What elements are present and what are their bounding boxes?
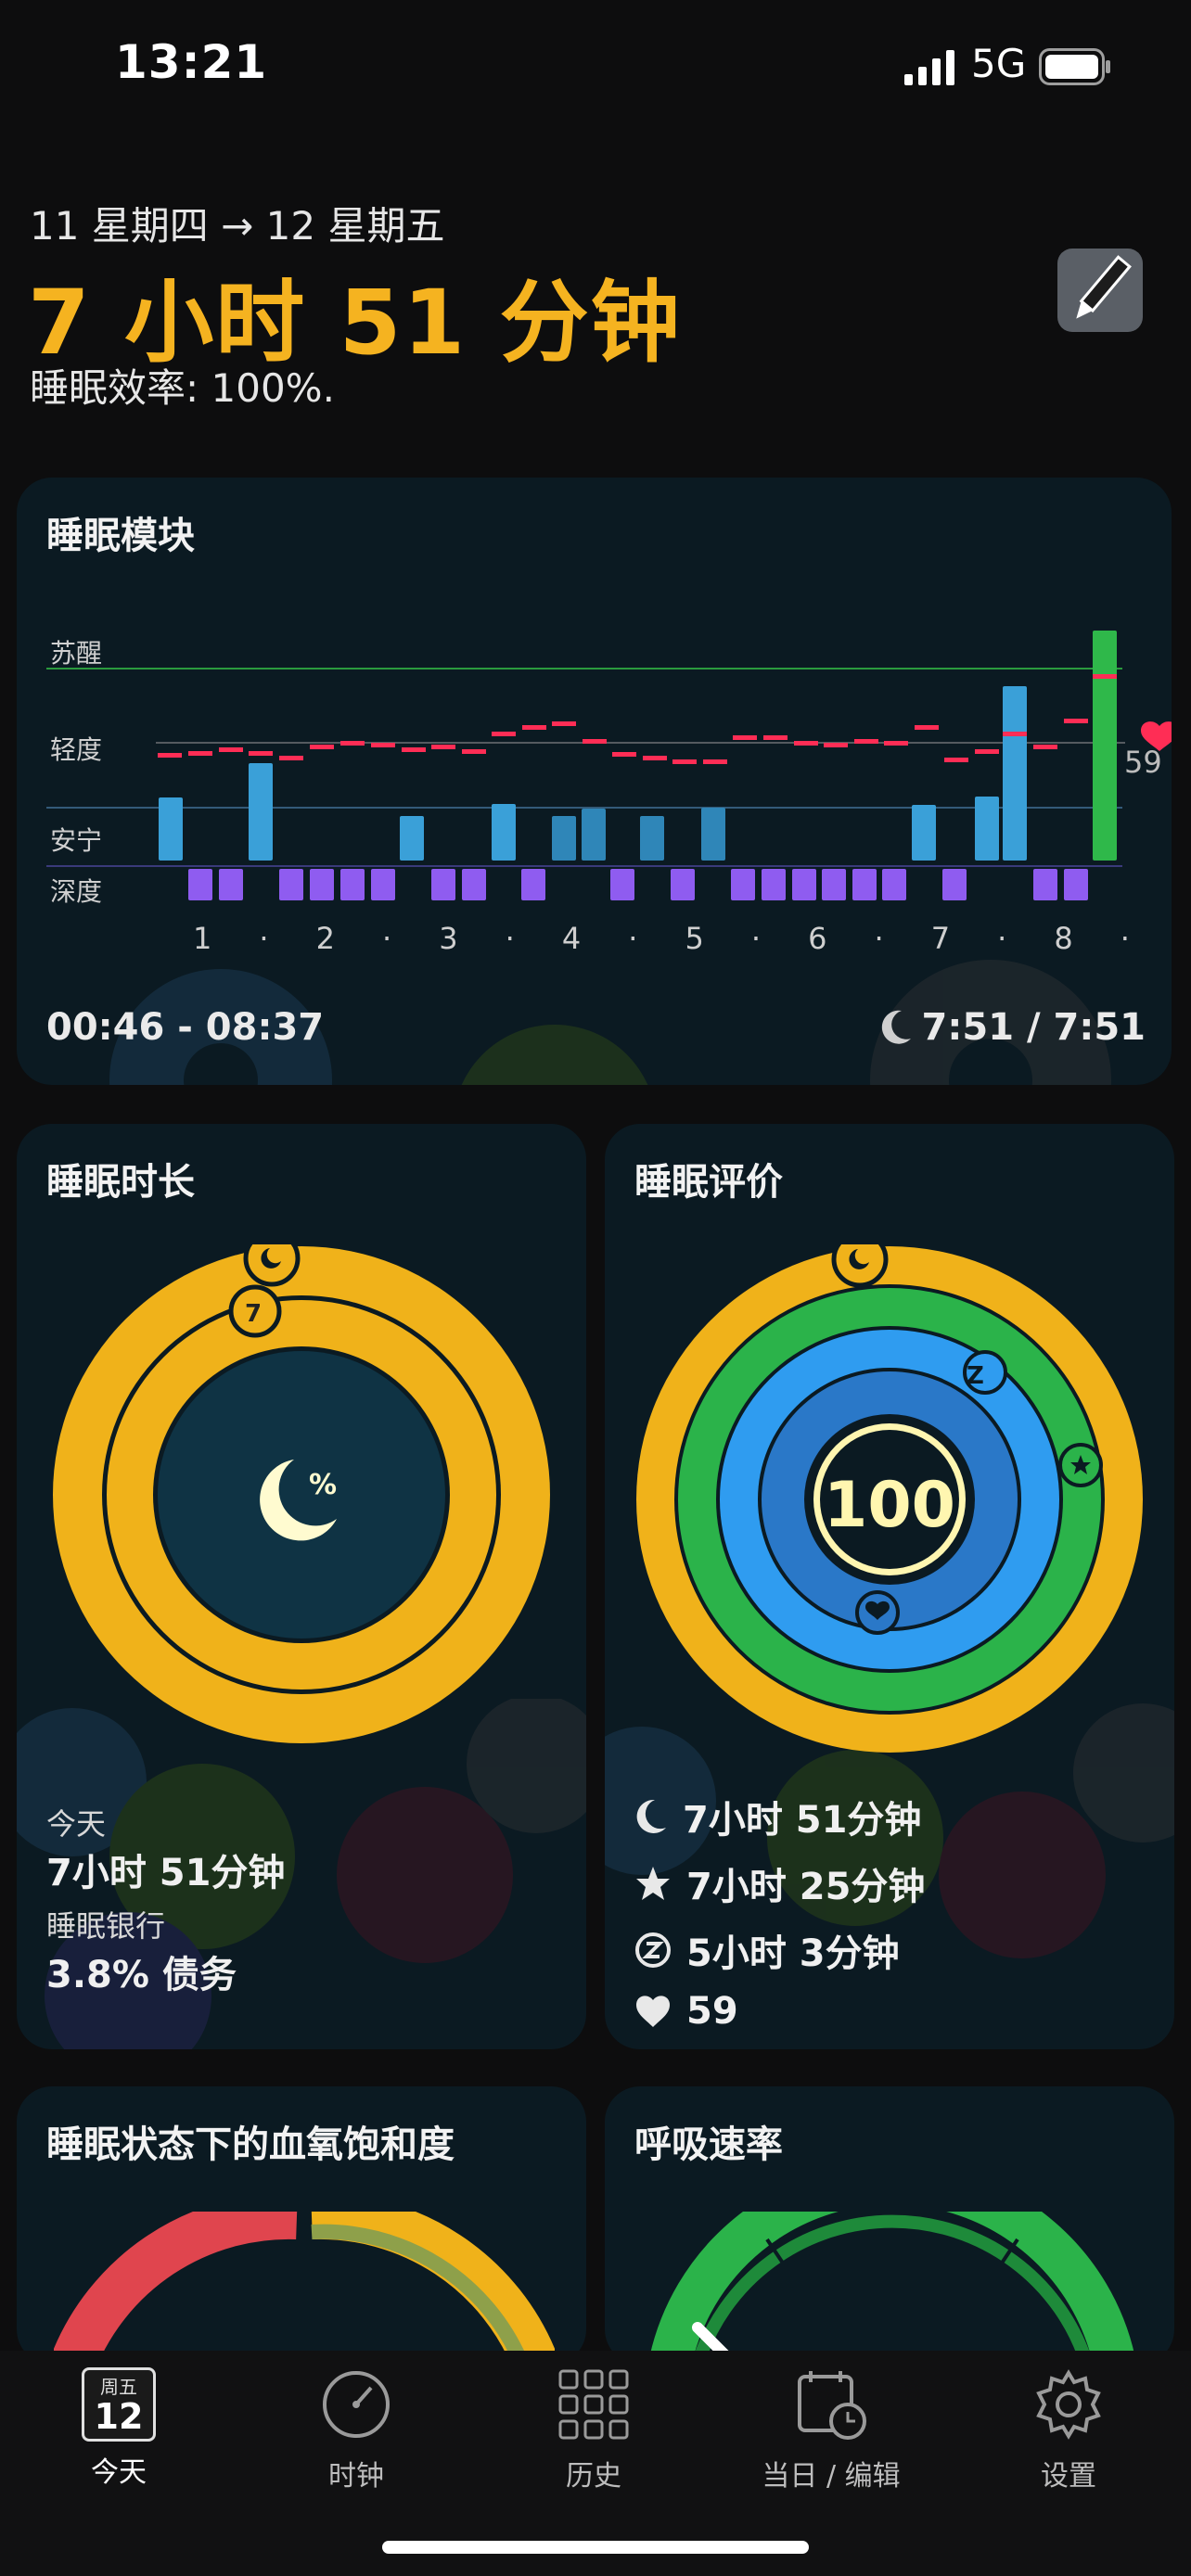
ratio-text: 7:51 / 7:51: [921, 1006, 1146, 1049]
hour-tick: 4: [561, 921, 582, 956]
date-range: 11 星期四 → 12 星期五: [30, 203, 445, 249]
card-title: 睡眠评价: [634, 1161, 783, 1204]
pencil-icon: [1076, 255, 1132, 319]
sleep-module-card[interactable]: 睡眠模块 苏醒 轻度 安宁 深度 59 1 · 2 · 3 · 4 · 5 · …: [17, 478, 1172, 1085]
moon-icon: [881, 1010, 911, 1044]
hour-tick: 6: [808, 921, 827, 956]
card-title: 睡眠时长: [46, 1161, 195, 1204]
sleep-ratio: 7:51 / 7:51: [881, 1006, 1146, 1049]
sleep-bars: [159, 631, 1117, 861]
hour-tick: 8: [1054, 921, 1073, 956]
hypnogram: [158, 631, 1172, 900]
duration-ring: [53, 1244, 550, 1743]
hour-tick: ·: [997, 921, 1007, 956]
respiration-gauge: [648, 2212, 1136, 2365]
hour-axis: 1 · 2 · 3 · 4 · 5 · 6 · 7 · 8 ·: [193, 921, 1130, 956]
calendar-icon: 周五 12: [82, 2367, 156, 2442]
sleep-duration-card[interactable]: 睡眠时长 7 % 今天 7小时 51分钟 睡眠银行 3.8% 债务: [17, 1124, 586, 2049]
spo2-card[interactable]: 睡眠状态下的血氧饱和度: [17, 2086, 586, 2365]
stat-quality-sleep: 7小时 25分钟: [634, 1856, 925, 1910]
sleep-rating-card[interactable]: 睡眠评价 Z 100 7小时 51分钟 7小时 25分钟 5小时 3分钟 59: [605, 1124, 1174, 2049]
calendar-clock-icon: [798, 2371, 866, 2440]
hour-tick: 5: [685, 921, 704, 956]
hour-tick: 7: [930, 921, 951, 956]
sleep-score: 100: [824, 1469, 955, 1542]
tab-history[interactable]: 历史: [501, 2367, 686, 2493]
rating-stats: 7小时 51分钟 7小时 25分钟 5小时 3分钟 59: [634, 1790, 925, 2033]
star-icon: [636, 1867, 670, 1900]
hour-tick: ·: [874, 921, 884, 956]
tab-clock[interactable]: 时钟: [263, 2367, 449, 2493]
spo2-gauge: [54, 2212, 555, 2365]
hour-tick: 3: [439, 921, 458, 956]
tab-today[interactable]: 周五 12 今天: [26, 2367, 211, 2490]
sleep-bank-value: 3.8% 债务: [46, 1954, 237, 1996]
network-type: 5G: [971, 41, 1027, 86]
gear-icon: [1036, 2369, 1101, 2440]
hour-tick: 2: [315, 921, 335, 956]
signal-icon: [904, 50, 954, 85]
hour-tick: ·: [382, 921, 392, 956]
today-label: 今天: [46, 1806, 107, 1842]
tab-settings[interactable]: 设置: [976, 2367, 1161, 2493]
battery-icon: [1039, 48, 1110, 85]
sleep-bank-label: 睡眠银行: [46, 1908, 166, 1944]
hour-tick: ·: [505, 921, 515, 956]
heart-rate-trace: [158, 674, 1117, 764]
ring-marker: 7: [245, 1300, 263, 1328]
clock-icon: [323, 2371, 390, 2438]
grid-icon: [558, 2369, 629, 2440]
respiration-rate-card[interactable]: 呼吸速率: [605, 2086, 1174, 2365]
gear-decoration-icon: [461, 1025, 648, 1085]
hour-tick: ·: [750, 921, 762, 956]
percent-symbol: %: [309, 1469, 338, 1501]
edit-button[interactable]: [1057, 249, 1143, 332]
card-title: 睡眠状态下的血氧饱和度: [46, 2123, 455, 2166]
card-title: 呼吸速率: [634, 2123, 783, 2166]
stat-total-sleep: 7小时 51分钟: [634, 1790, 925, 1843]
z-marker: Z: [967, 1362, 984, 1390]
z-circle-icon: [635, 1932, 671, 1968]
today-value: 7小时 51分钟: [46, 1852, 286, 1894]
home-indicator[interactable]: [382, 2541, 809, 2554]
hour-tick: ·: [1120, 921, 1130, 956]
stat-deep-sleep: 5小时 3分钟: [634, 1923, 925, 1977]
sleep-time-range: 00:46 - 08:37: [46, 1006, 325, 1049]
hour-tick: ·: [259, 921, 269, 956]
hour-tick: 1: [193, 921, 212, 956]
hour-tick: ·: [628, 921, 638, 956]
tab-day-edit[interactable]: 当日 / 编辑: [738, 2367, 924, 2493]
deep-bars: [188, 869, 1088, 900]
heart-icon: [636, 1996, 670, 2027]
sleep-efficiency: 睡眠效率: 100%.: [30, 365, 335, 411]
heart-rate-value: 59: [1124, 745, 1162, 780]
stat-heart-rate: 59: [634, 1990, 925, 2033]
status-time: 13:21: [115, 35, 268, 89]
moon-icon: [636, 1799, 666, 1833]
